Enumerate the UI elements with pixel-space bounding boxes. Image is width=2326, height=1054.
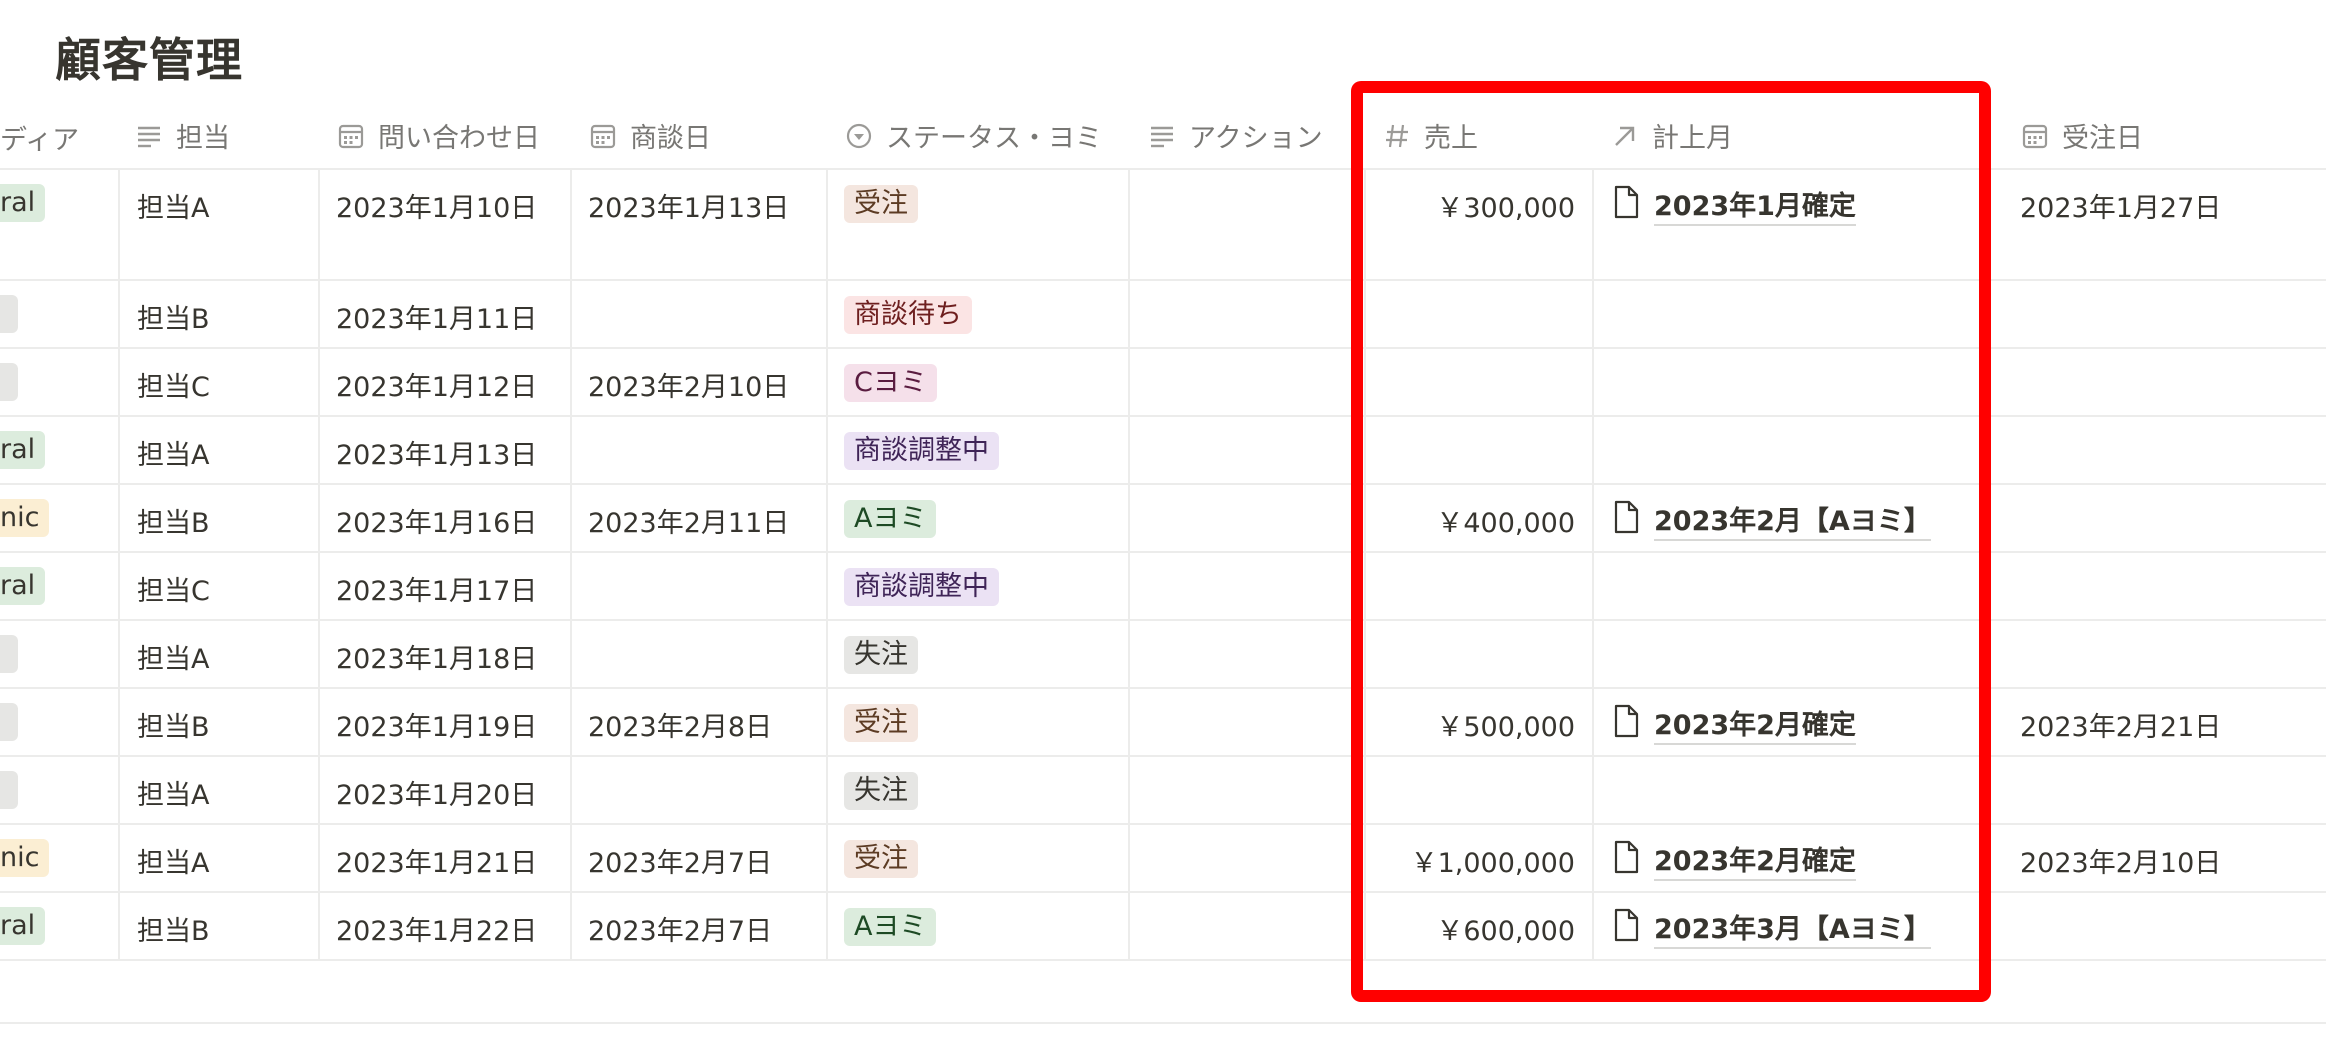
owner-cell[interactable]: 担当B bbox=[137, 297, 210, 336]
meeting-date-cell[interactable]: 2023年1月13日 bbox=[588, 186, 789, 225]
media-tag: ral bbox=[0, 184, 46, 222]
status-tag[interactable]: Aヨミ bbox=[844, 500, 937, 538]
owner-cell[interactable]: 担当B bbox=[137, 501, 210, 540]
media-tag bbox=[0, 703, 18, 741]
owner-cell[interactable]: 担当A bbox=[137, 186, 209, 225]
owner-cell[interactable]: 担当A bbox=[137, 637, 209, 676]
column-header-action[interactable]: アクション bbox=[1147, 116, 1323, 155]
inquiry-date-cell[interactable]: 2023年1月13日 bbox=[336, 433, 537, 472]
owner-cell[interactable]: 担当A bbox=[137, 841, 209, 880]
meeting-date-cell[interactable]: 2023年2月7日 bbox=[588, 909, 772, 948]
column-header-status-label: ステータス・ヨミ bbox=[886, 123, 1102, 154]
meeting-date-cell[interactable]: 2023年2月7日 bbox=[588, 841, 772, 880]
column-header-action-label: アクション bbox=[1189, 123, 1323, 154]
media-tag bbox=[0, 635, 18, 673]
owner-cell[interactable]: 担当C bbox=[137, 365, 210, 404]
media-tag: nic bbox=[0, 839, 50, 877]
status-tag[interactable]: 商談待ち bbox=[844, 296, 972, 334]
owner-cell[interactable]: 担当B bbox=[137, 909, 210, 948]
media-tag: ral bbox=[0, 431, 46, 469]
column-divider bbox=[318, 168, 320, 959]
inquiry-date-cell[interactable]: 2023年1月11日 bbox=[336, 297, 537, 336]
meeting-date-cell[interactable]: 2023年2月8日 bbox=[588, 705, 772, 744]
page-title: 顧客管理 bbox=[55, 33, 243, 87]
media-tag bbox=[0, 771, 18, 809]
order-date-cell[interactable]: 2023年1月27日 bbox=[2020, 186, 2221, 225]
status-tag[interactable]: 商談調整中 bbox=[844, 568, 999, 606]
media-tag bbox=[0, 363, 18, 401]
column-header-inquiry-date[interactable]: 問い合わせ日 bbox=[336, 116, 540, 155]
column-divider bbox=[1128, 168, 1130, 959]
highlight-box bbox=[1351, 81, 1991, 1002]
column-header-order-date-label: 受注日 bbox=[2062, 123, 2143, 154]
inquiry-date-cell[interactable]: 2023年1月10日 bbox=[336, 186, 537, 225]
column-header-order-date[interactable]: 受注日 bbox=[2020, 116, 2143, 155]
status-tag[interactable]: 失注 bbox=[844, 772, 918, 810]
owner-cell[interactable]: 担当B bbox=[137, 705, 210, 744]
meeting-date-cell[interactable]: 2023年2月10日 bbox=[588, 365, 789, 404]
status-tag[interactable]: 受注 bbox=[844, 840, 918, 878]
meeting-date-cell[interactable]: 2023年2月11日 bbox=[588, 501, 789, 540]
inquiry-date-cell[interactable]: 2023年1月19日 bbox=[336, 705, 537, 744]
inquiry-date-cell[interactable]: 2023年1月22日 bbox=[336, 909, 537, 948]
calendar-icon bbox=[588, 121, 618, 151]
column-header-media-label: ディア bbox=[0, 125, 80, 156]
order-date-cell[interactable]: 2023年2月21日 bbox=[2020, 705, 2221, 744]
status-tag[interactable]: 受注 bbox=[844, 185, 918, 223]
inquiry-date-cell[interactable]: 2023年1月16日 bbox=[336, 501, 537, 540]
inquiry-date-cell[interactable]: 2023年1月20日 bbox=[336, 773, 537, 812]
text-lines-icon bbox=[134, 121, 164, 151]
media-tag: ral bbox=[0, 567, 46, 605]
select-icon bbox=[844, 121, 874, 151]
owner-cell[interactable]: 担当C bbox=[137, 569, 210, 608]
status-tag[interactable]: Cヨミ bbox=[844, 364, 937, 402]
inquiry-date-cell[interactable]: 2023年1月18日 bbox=[336, 637, 537, 676]
column-header-meeting-date-label: 商談日 bbox=[630, 123, 711, 154]
inquiry-date-cell[interactable]: 2023年1月21日 bbox=[336, 841, 537, 880]
column-divider bbox=[826, 168, 828, 959]
status-tag[interactable]: 商談調整中 bbox=[844, 432, 999, 470]
media-tag: nic bbox=[0, 499, 50, 537]
text-lines-icon bbox=[1147, 121, 1177, 151]
column-divider bbox=[118, 168, 120, 959]
calendar-icon bbox=[2020, 121, 2050, 151]
status-tag[interactable]: Aヨミ bbox=[844, 908, 937, 946]
column-header-owner-label: 担当 bbox=[176, 123, 230, 154]
media-tag bbox=[0, 295, 18, 333]
table-bottom-divider bbox=[0, 1022, 2326, 1024]
order-date-cell[interactable]: 2023年2月10日 bbox=[2020, 841, 2221, 880]
column-header-inquiry-date-label: 問い合わせ日 bbox=[378, 123, 540, 154]
inquiry-date-cell[interactable]: 2023年1月12日 bbox=[336, 365, 537, 404]
column-header-owner[interactable]: 担当 bbox=[134, 116, 230, 155]
owner-cell[interactable]: 担当A bbox=[137, 773, 209, 812]
calendar-icon bbox=[336, 121, 366, 151]
status-tag[interactable]: 失注 bbox=[844, 636, 918, 674]
inquiry-date-cell[interactable]: 2023年1月17日 bbox=[336, 569, 537, 608]
column-header-media[interactable]: ディア bbox=[0, 118, 79, 157]
media-tag: ral bbox=[0, 907, 46, 945]
status-tag[interactable]: 受注 bbox=[844, 704, 918, 742]
column-divider bbox=[570, 168, 572, 959]
column-header-status[interactable]: ステータス・ヨミ bbox=[844, 116, 1102, 155]
owner-cell[interactable]: 担当A bbox=[137, 433, 209, 472]
column-header-meeting-date[interactable]: 商談日 bbox=[588, 116, 711, 155]
